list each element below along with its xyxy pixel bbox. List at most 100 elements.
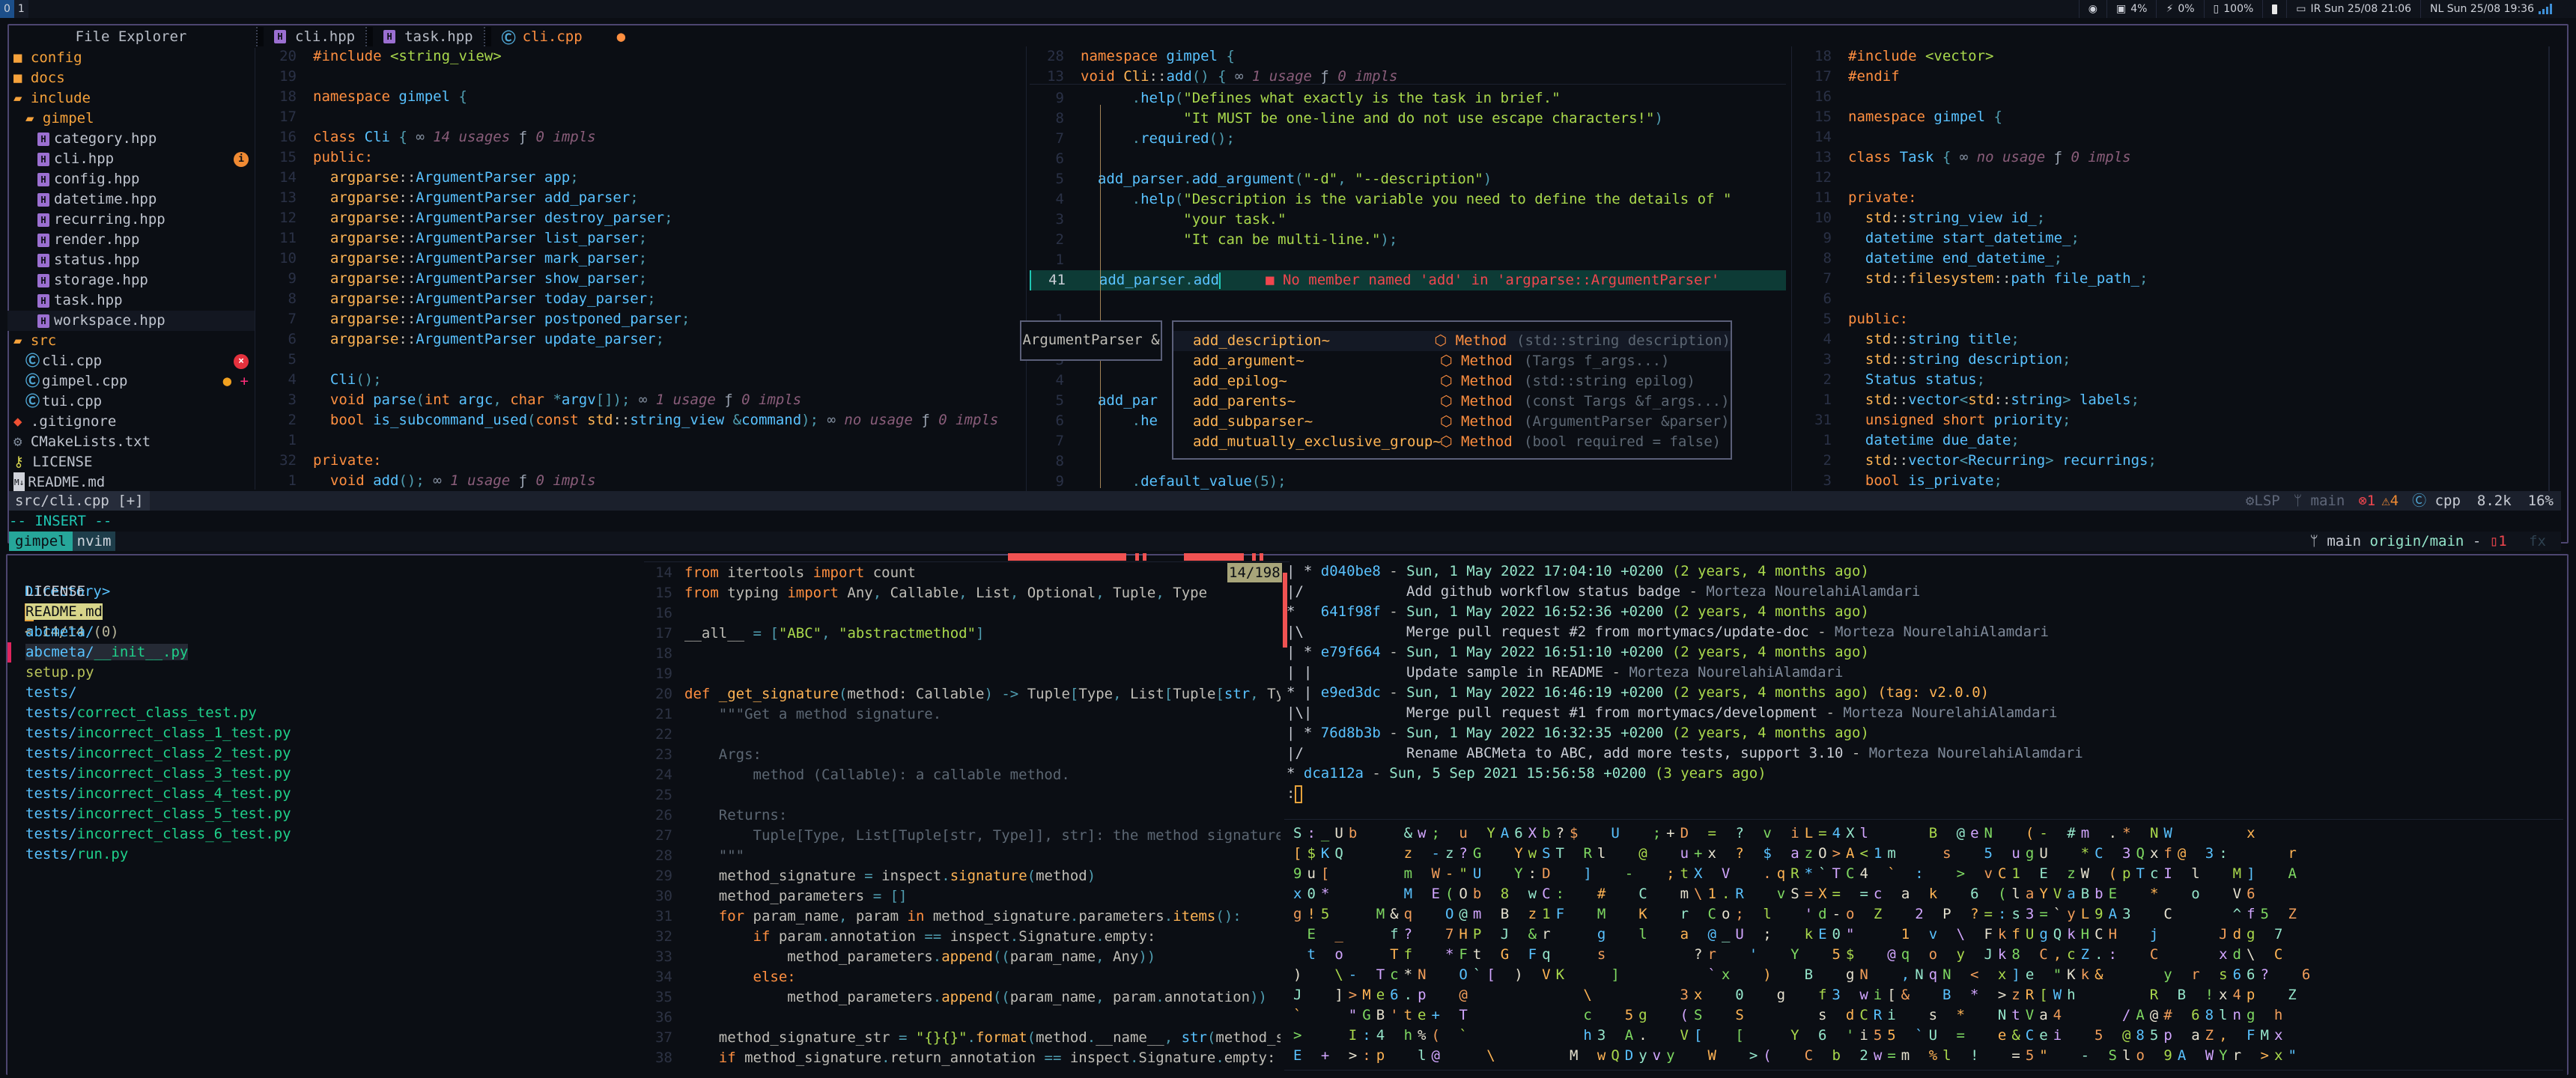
tmux-window[interactable]: nvim — [72, 532, 116, 551]
fzf-item[interactable]: tests/correct_class_test.py — [7, 703, 607, 723]
tree-item[interactable]: Hworkspace.hpp — [7, 311, 255, 331]
code-text: argparse::ArgumentParser destroy_parser; — [329, 210, 673, 226]
completion-detail: (Targs f_args...) — [1524, 353, 1670, 369]
pager-prompt[interactable]: : — [1287, 784, 2560, 804]
fzf-item[interactable]: tests/incorrect_class_3_test.py — [7, 764, 607, 784]
tmux-remote: origin/main — [2369, 533, 2464, 549]
editor-pane-task-hpp[interactable]: 18 #include <vector> 17 #endif 16 15 namespace… — [1797, 46, 2554, 491]
fzf-item[interactable]: tests/incorrect_class_1_test.py — [7, 723, 607, 743]
fzf-item[interactable]: tests/incorrect_class_2_test.py — [7, 743, 607, 764]
editor-pane-cli-hpp[interactable]: 20 #include <string_view> 19 18 namespace gi… — [262, 46, 1011, 491]
code-text: .default_value(5); — [1131, 473, 1287, 490]
tree-item[interactable]: ▰ include — [7, 88, 255, 109]
git-commit[interactable]: * dca112a - Sun, 5 Sep 2021 15:56:58 +02… — [1287, 764, 2560, 784]
branch-icon: ᛘ — [2309, 533, 2327, 549]
fzf-item[interactable]: tests/run.py — [7, 844, 607, 865]
workspace-0[interactable]: 0 — [0, 0, 14, 18]
tree-item[interactable]: Ⓒcli.cpp × — [7, 351, 255, 371]
tree-item[interactable]: ▰ src — [7, 331, 255, 351]
diagnostic-warnings[interactable]: ⚠4 — [2381, 491, 2399, 511]
fzf-item[interactable]: tests/incorrect_class_5_test.py — [7, 804, 607, 824]
fzf-item-text: setup.py — [25, 664, 94, 680]
tree-item[interactable]: ■ config — [7, 48, 255, 68]
code-text: void Cli::add() { — [1081, 68, 1227, 85]
tree-item[interactable]: ▰ gimpel — [7, 109, 255, 129]
tree-item[interactable]: Htask.hpp — [7, 290, 255, 311]
line-number: 28 — [655, 847, 672, 864]
tree-item[interactable]: ◆ .gitignore — [7, 412, 255, 432]
line-number: 10 — [1814, 210, 1832, 226]
completion-item[interactable]: add_argument~ ⬡ Method (Targs f_args...) — [1173, 351, 1731, 371]
fzf-item[interactable]: abcmeta/__init__.py — [7, 642, 607, 663]
editor-pane-cli-cpp[interactable]: 9 .help("Defines what exactly is the tas… — [1030, 88, 1786, 313]
completion-menu[interactable]: add_description~ ⬡ Method (std::string des… — [1172, 320, 1732, 460]
fzf-item[interactable]: setup.py — [7, 663, 607, 683]
fzf-item-name: README.md — [25, 603, 103, 620]
fzf-item-dir: tests/ — [25, 806, 77, 822]
code-line: 9 .help("Defines what exactly is the tas… — [1030, 88, 1786, 109]
line-number: 11 — [1814, 189, 1832, 206]
git-commit[interactable]: | * 76d8b3b - Sun, 1 May 2022 16:32:35 +… — [1287, 723, 2560, 743]
tree-item[interactable]: Hstorage.hpp — [7, 270, 255, 290]
volume-widget[interactable]: ▯ 100% — [2203, 0, 2263, 18]
git-log-pane[interactable]: | * d040be8 - Sun, 1 May 2022 17:04:10 +… — [1287, 561, 2560, 808]
matrix-rain-pane: S:_Ub &w; u YA6Xb?$ U ;+D = ? v iL=4Xl B… — [1293, 823, 2566, 1071]
tree-item[interactable]: ■ docs — [7, 68, 255, 88]
tree-item[interactable]: Hstatus.hpp — [7, 250, 255, 270]
tree-item[interactable]: Hrender.hpp — [7, 230, 255, 250]
line-number: 37 — [655, 1029, 672, 1046]
method-cube-icon: ⬡ — [1440, 413, 1453, 430]
fzf-item[interactable]: README.md — [7, 602, 607, 622]
tab-task-hpp[interactable]: Htask.hpp — [373, 25, 484, 48]
tree-item[interactable]: M↓ README.md — [7, 472, 255, 493]
line-number: 19 — [279, 68, 297, 85]
tree-item[interactable]: Hconfig.hpp — [7, 169, 255, 189]
fzf-item-dir: tests/ — [25, 785, 77, 802]
preview-pane[interactable]: 14 from itertools import count 15 from typi… — [651, 563, 1281, 1068]
completion-item[interactable]: add_parents~ ⬡ Method (const Targs &f_args… — [1173, 392, 1731, 412]
fzf-item[interactable]: LICENSE — [7, 582, 607, 602]
git-commit[interactable]: * 641f98f - Sun, 1 May 2022 16:52:36 +02… — [1287, 602, 2560, 622]
tree-item[interactable]: Hrecurring.hpp — [7, 210, 255, 230]
line-number: 21 — [655, 706, 672, 722]
git-graph: | * — [1287, 644, 1321, 660]
tree-item-label: config — [30, 49, 82, 66]
code-text: "your task." — [1183, 211, 1287, 228]
fzf-item[interactable]: abcmeta/ — [7, 622, 607, 642]
completion-item[interactable]: add_subparser~ ⬡ Method (ArgumentParser &p… — [1173, 412, 1731, 432]
line-number: 4 — [1055, 191, 1064, 207]
completion-item[interactable]: add_mutually_exclusive_group~ ⬡ Method (bo… — [1173, 432, 1731, 452]
completion-item[interactable]: add_epilog~ ⬡ Method (std::string epilog) — [1173, 371, 1731, 392]
tmux-session[interactable]: gimpel — [9, 532, 73, 551]
spotify-widget[interactable]: ◉ — [2078, 0, 2106, 18]
tree-item[interactable]: ⚷ LICENSE — [7, 452, 255, 472]
completion-item[interactable]: add_description~ ⬡ Method (std::string des… — [1173, 331, 1731, 351]
code-text: datetime due_date; — [1865, 432, 2020, 448]
git-commit[interactable]: | * d040be8 - Sun, 1 May 2022 17:04:10 +… — [1287, 561, 2560, 582]
code-line: 13 void Cli::add() { ∞ 1 usage ƒ 0 impls — [1030, 67, 1786, 87]
tree-item[interactable]: ⚙ CMakeLists.txt — [7, 432, 255, 452]
git-commit[interactable]: | * e79f664 - Sun, 1 May 2022 16:51:10 +… — [1287, 642, 2560, 663]
tree-item[interactable]: Ⓒgimpel.cpp ● + — [7, 371, 255, 392]
code-line: 8 "It MUST be one-line and do not use es… — [1030, 109, 1786, 129]
workspace-1[interactable]: 1 — [13, 0, 28, 18]
fzf-item-name: setup.py — [25, 664, 94, 680]
right-scrollbar[interactable] — [2548, 46, 2550, 491]
tree-item[interactable]: Hcategory.hpp — [7, 129, 255, 149]
tree-item[interactable]: Hcli.hpp i — [7, 149, 255, 169]
completion-detail: (bool required = false) — [1524, 433, 1722, 450]
fzf-item-text: tests/incorrect_class_3_test.py — [25, 765, 291, 782]
line-number: 3 — [1823, 351, 1832, 368]
tab-cli-cpp[interactable]: Ⓒcli.cpp ● — [491, 25, 637, 48]
fzf-item-dir: abcmeta/ — [25, 644, 94, 660]
tree-item[interactable]: Hdatetime.hpp — [7, 189, 255, 210]
statusline-file: src/cli.cpp [+] — [9, 491, 150, 511]
tab-cli-hpp[interactable]: Hcli.hpp — [264, 25, 365, 48]
tree-item[interactable]: Ⓒtui.cpp — [7, 392, 255, 412]
diagnostic-errors[interactable]: ⊗1 — [2358, 491, 2375, 511]
code-text: std::vector<Recurring> recurrings; — [1865, 452, 2157, 469]
fzf-item[interactable]: tests/ — [7, 683, 607, 703]
git-commit[interactable]: * | e9ed3dc - Sun, 1 May 2022 16:46:19 +… — [1287, 683, 2560, 703]
fzf-item[interactable]: tests/incorrect_class_4_test.py — [7, 784, 607, 804]
fzf-item[interactable]: tests/incorrect_class_6_test.py — [7, 824, 607, 844]
